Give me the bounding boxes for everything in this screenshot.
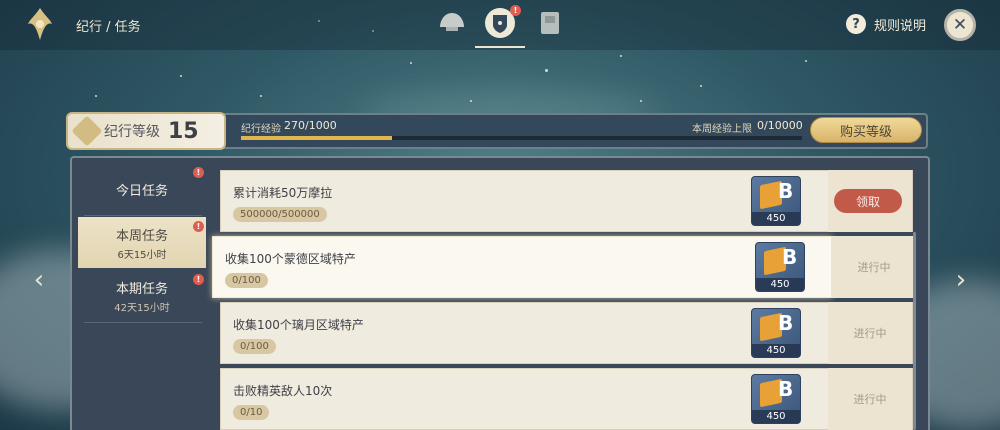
task-progress: 500000/500000 [233, 207, 327, 222]
reward-glyph: B [778, 179, 794, 203]
reward-quantity: 450 [756, 278, 804, 291]
scrollbar[interactable] [913, 232, 916, 430]
alert-badge: ! [193, 221, 204, 232]
sidebar-item-timer: 42天15小时 [114, 303, 170, 314]
active-tab-indicator [475, 46, 525, 48]
task-progress: 0/10 [233, 405, 270, 420]
tab-cards[interactable] [533, 6, 567, 40]
sidebar-item-season[interactable]: 本期任务 42天15小时 ! [78, 270, 206, 322]
chevron-left-icon: ‹ [33, 265, 45, 295]
prev-arrow-button[interactable]: ‹ [30, 266, 48, 294]
alert-badge: ! [193, 274, 204, 285]
task-row[interactable]: 收集100个璃月区域特产 0/100 [220, 302, 913, 364]
task-title: 收集100个蒙德区域特产 [225, 252, 356, 266]
status-in-progress: 进行中 [832, 236, 916, 298]
level-emblem-icon [71, 115, 103, 147]
level-badge: 纪行等级 15 [66, 112, 226, 150]
tab-alert-badge: ! [510, 5, 521, 16]
reward-quantity: 450 [752, 344, 800, 357]
level-value: 15 [168, 118, 199, 144]
reward-item[interactable]: B 450 [751, 374, 801, 424]
sidebar-item-label: 本周任务 [115, 228, 168, 244]
battle-pass-logo-icon [28, 8, 52, 40]
breadcrumb: 纪行 / 任务 [76, 20, 141, 35]
reward-quantity: 450 [752, 212, 800, 225]
task-progress: 0/100 [225, 273, 268, 288]
task-title: 累计消耗50万摩拉 [233, 186, 333, 200]
close-icon: ✕ [952, 15, 968, 35]
shell-icon [440, 13, 464, 31]
exp-value: 270/1000 [284, 119, 337, 132]
exp-progress-fill [241, 136, 393, 140]
divider [84, 322, 202, 323]
task-row[interactable]: 击败精英敌人10次 0/10 [220, 368, 913, 430]
task-title: 击败精英敌人10次 [233, 384, 333, 398]
sidebar-item-timer: 6天15小时 [117, 249, 167, 261]
task-title: 收集100个璃月区域特产 [233, 318, 364, 332]
reward-glyph: B [778, 377, 794, 401]
buy-level-button[interactable]: 购买等级 [810, 117, 922, 143]
sidebar-item-label: 本期任务 [115, 282, 168, 297]
status-in-progress: 进行中 [828, 368, 912, 430]
task-row[interactable]: 累计消耗50万摩拉 500000/500000 [220, 170, 913, 232]
rules-label: 规则说明 [874, 18, 927, 34]
reward-quantity: 450 [752, 410, 800, 423]
exp-label: 纪行经验 [241, 124, 281, 135]
divider [84, 215, 202, 216]
reward-item[interactable]: B 450 [751, 308, 801, 358]
weekly-cap-value: 0/10000 [757, 119, 803, 132]
next-arrow-button[interactable]: › [952, 266, 970, 294]
alert-badge: ! [193, 167, 204, 178]
help-icon: ? [846, 14, 866, 34]
close-button[interactable]: ✕ [944, 9, 976, 41]
reward-item[interactable]: B 450 [755, 242, 805, 292]
task-row[interactable]: 收集100个蒙德区域特产 0/100 [212, 236, 832, 298]
status-in-progress: 进行中 [828, 302, 912, 364]
reward-glyph: B [782, 245, 798, 269]
level-label: 纪行等级 [104, 124, 160, 140]
chevron-right-icon: › [955, 265, 967, 295]
tab-missions[interactable]: ! [483, 5, 521, 40]
card-icon [541, 12, 559, 34]
sidebar-item-label: 今日任务 [115, 183, 168, 199]
sidebar-item-daily[interactable]: 今日任务 ! [78, 163, 206, 215]
rules-button[interactable]: ? 规则说明 [846, 14, 926, 34]
weekly-cap-label: 本周经验上限 [692, 124, 752, 135]
reward-glyph: B [778, 311, 794, 335]
sidebar-item-weekly[interactable]: 本周任务 6天15小时 ! [78, 217, 206, 268]
claim-button[interactable]: 领取 [834, 189, 902, 213]
exp-progress-bar [241, 136, 802, 140]
task-progress: 0/100 [233, 339, 276, 354]
tab-shell[interactable] [435, 6, 469, 40]
reward-item[interactable]: B 450 [751, 176, 801, 226]
